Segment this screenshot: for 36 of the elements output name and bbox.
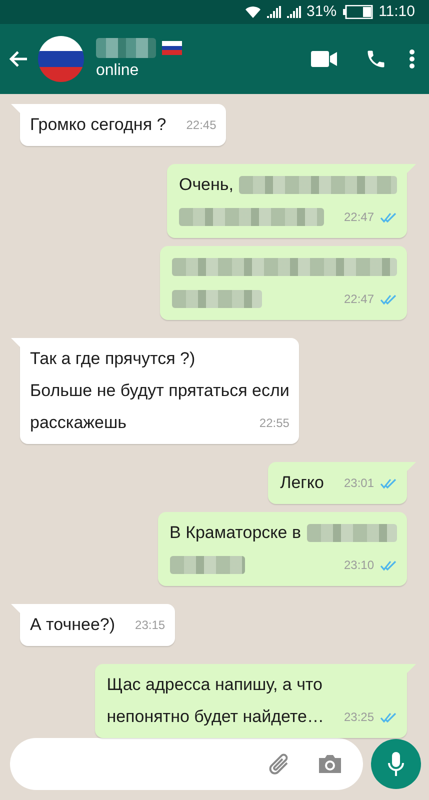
camera-icon[interactable] [317,753,343,775]
message-time: 23:15 [135,618,166,632]
avatar-flag-icon[interactable] [38,36,84,82]
wifi-icon [244,6,261,18]
message-text: А точнее?) [30,614,116,636]
message-time: 22:47 [344,292,374,306]
message-time: 22:55 [259,416,290,430]
message-text: расскажешь [30,412,126,434]
message-time: 22:47 [344,210,374,224]
battery-percent: 31% [306,3,337,20]
signal-icon [286,6,301,18]
message-time: 23:10 [344,558,374,572]
microphone-button[interactable] [371,739,421,789]
signal-icon [266,6,281,18]
message-input-field[interactable] [10,738,363,790]
message-text: Легко [280,472,324,494]
message-text: Громко сегодня ? [30,114,166,136]
more-options-icon[interactable] [409,48,415,69]
contact-status: online [96,62,140,80]
message-text: Так а где прячутся ?) [30,348,196,370]
message-time: 22:45 [186,118,216,132]
message-bubble[interactable]: В Краматорске в 23:10 [158,512,407,586]
clock: 11:10 [378,3,415,20]
message-text: В Краматорске в [170,522,301,544]
video-call-icon[interactable] [311,50,337,67]
flag-icon [162,40,182,55]
message-time: 23:01 [344,476,374,490]
message-text: Больше не будут прятаться если [30,380,290,402]
battery-icon [342,4,373,19]
message-time: 23:25 [344,710,374,724]
message-text: Очень, [178,174,234,196]
blurred-name [96,38,156,58]
message-text: непонятно будет найдете… [106,706,324,728]
microphone-icon [387,751,405,777]
back-arrow-icon[interactable] [8,50,28,68]
message-text: Щас адресса напишу, а что [106,674,322,696]
